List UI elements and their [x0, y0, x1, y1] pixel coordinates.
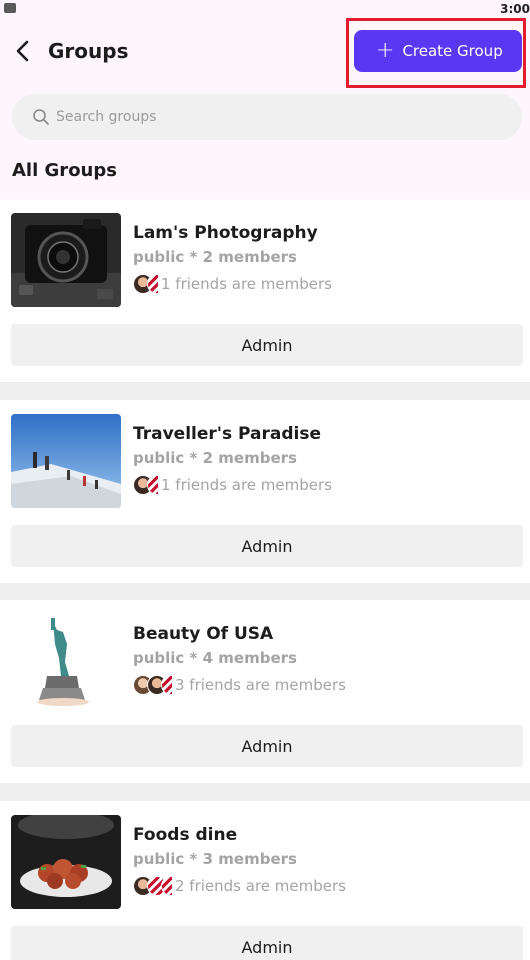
search-icon: [33, 109, 49, 125]
group-name: Beauty Of USA: [133, 624, 274, 644]
group-meta: public * 4 members: [133, 649, 297, 667]
search-input[interactable]: [56, 109, 476, 125]
group-card[interactable]: Traveller's Paradise public * 2 members …: [0, 400, 530, 583]
admin-button[interactable]: Admin: [11, 525, 523, 567]
chevron-left-icon: [16, 40, 29, 62]
plus-icon: +: [376, 38, 395, 63]
admin-button[interactable]: Admin: [11, 926, 523, 960]
group-name: Lam's Photography: [133, 223, 318, 243]
friends-count: 3 friends are members: [175, 676, 346, 694]
header: Groups + Create Group All Groups: [0, 18, 530, 200]
create-group-button[interactable]: + Create Group: [354, 30, 522, 72]
group-thumbnail: [11, 213, 121, 307]
section-title: All Groups: [12, 160, 117, 181]
back-button[interactable]: [8, 36, 36, 66]
friends-row: 1 friends are members: [133, 273, 332, 295]
friends-row: 2 friends are members: [133, 875, 346, 897]
friends-count: 1 friends are members: [161, 476, 332, 494]
notification-icon: [4, 3, 16, 13]
friends-count: 2 friends are members: [175, 877, 346, 895]
friends-row: 3 friends are members: [133, 674, 346, 696]
group-meta: public * 2 members: [133, 449, 297, 467]
status-bar: 3:00: [0, 0, 530, 20]
search-bar[interactable]: [12, 94, 522, 140]
group-name: Traveller's Paradise: [133, 424, 321, 444]
group-meta: public * 2 members: [133, 248, 297, 266]
group-meta: public * 3 members: [133, 850, 297, 868]
group-card[interactable]: Foods dine public * 3 members 2 friends …: [0, 801, 530, 960]
friends-count: 1 friends are members: [161, 275, 332, 293]
admin-button[interactable]: Admin: [11, 324, 523, 366]
group-thumbnail: [11, 614, 121, 708]
status-time: 3:00: [500, 2, 530, 16]
group-card[interactable]: Lam's Photography public * 2 members 1 f…: [0, 199, 530, 382]
group-card[interactable]: Beauty Of USA public * 4 members 3 frien…: [0, 600, 530, 783]
friends-row: 1 friends are members: [133, 474, 332, 496]
group-thumbnail: [11, 815, 121, 909]
group-thumbnail: [11, 414, 121, 508]
page-title: Groups: [48, 39, 129, 63]
admin-button[interactable]: Admin: [11, 725, 523, 767]
create-group-label: Create Group: [402, 42, 503, 60]
group-name: Foods dine: [133, 825, 238, 845]
